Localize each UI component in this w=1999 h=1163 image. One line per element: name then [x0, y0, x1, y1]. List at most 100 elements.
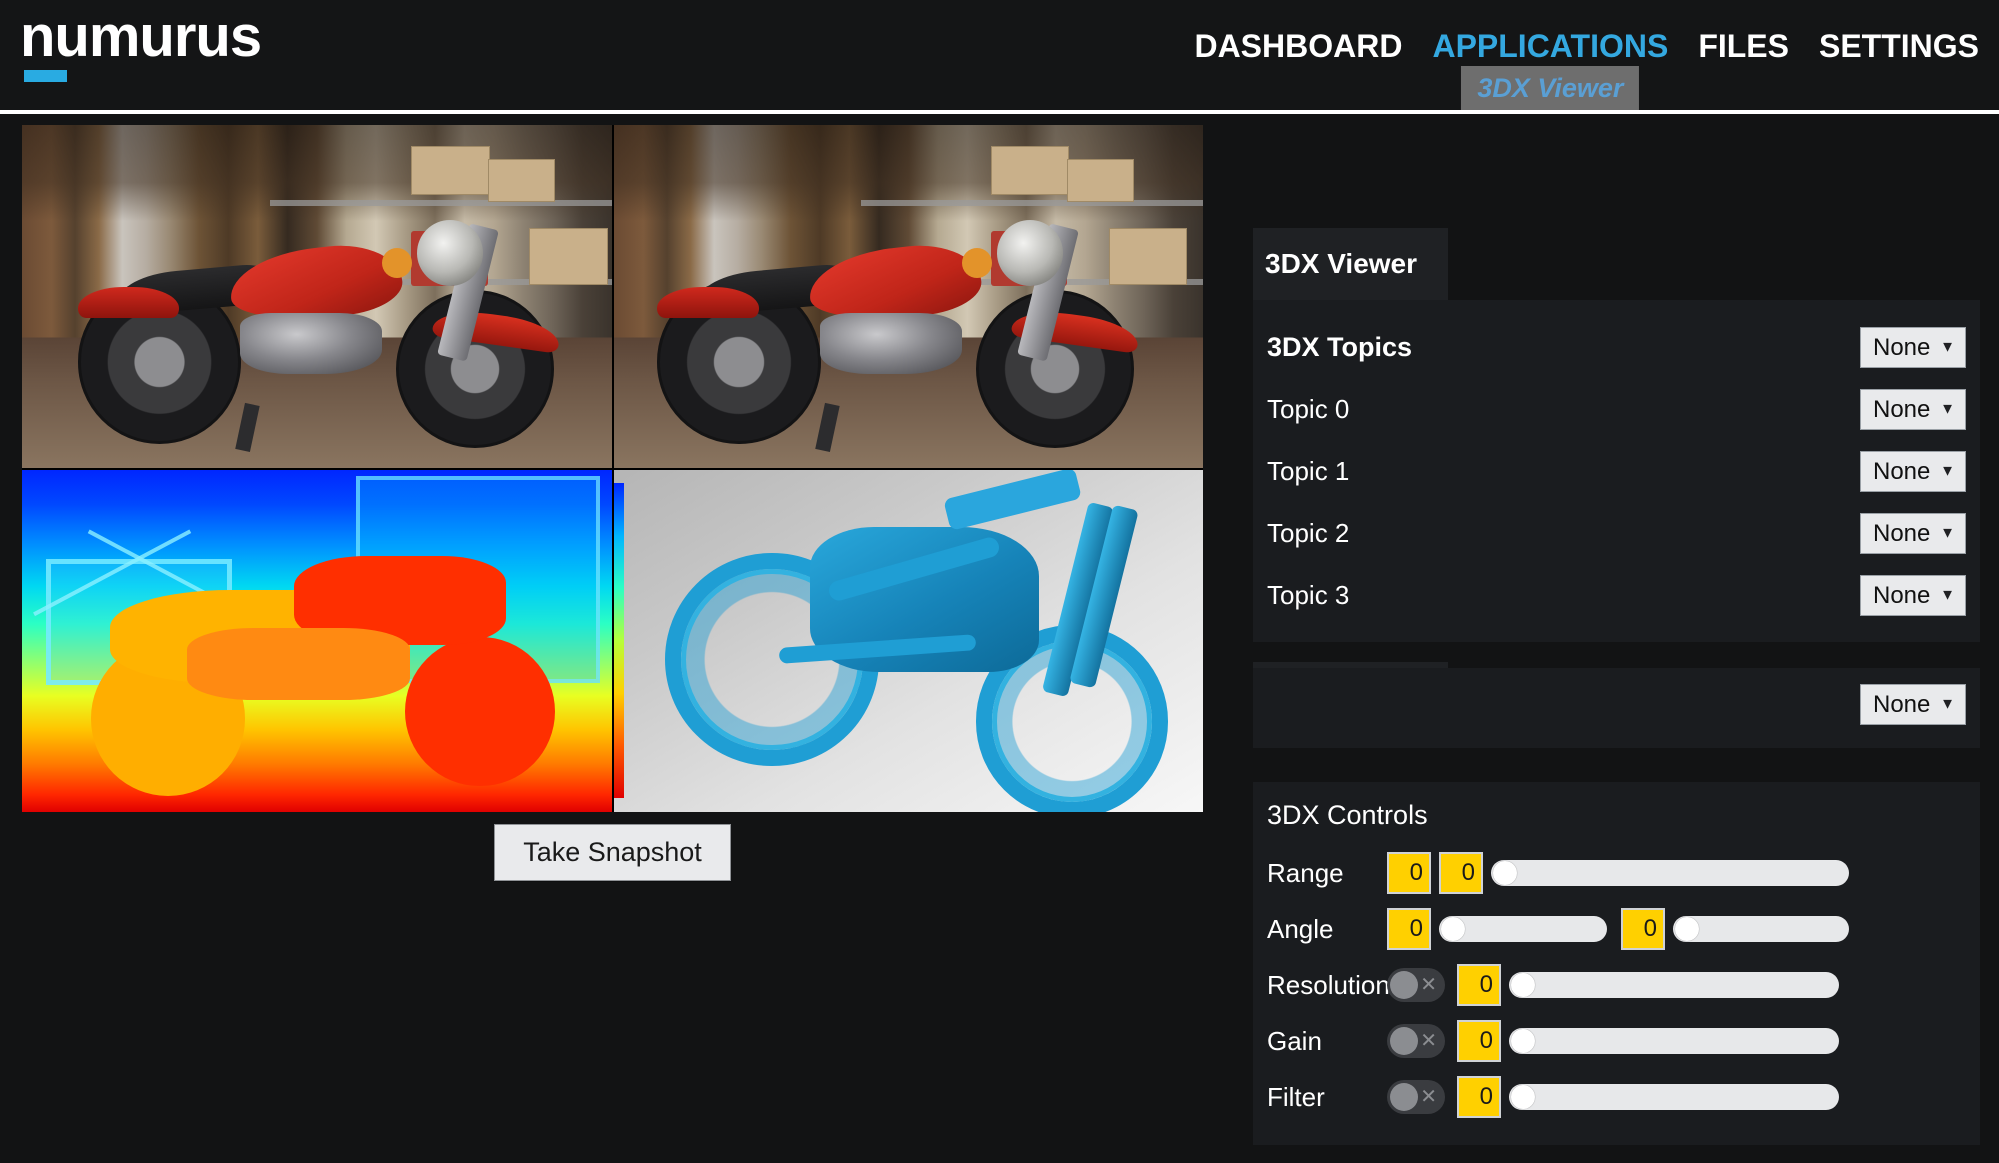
image-depth-map[interactable]	[22, 469, 612, 812]
angle-b-slider[interactable]	[1673, 916, 1849, 942]
topics-panel: 3DX Topics None ▼ Topic 0 None ▼ Topic 1…	[1253, 300, 1980, 642]
moto-kickstand	[814, 402, 840, 452]
control-label-filter: Filter	[1267, 1081, 1325, 1112]
resolution-input[interactable]: 0	[1457, 964, 1501, 1006]
filter-toggle[interactable]: ✕	[1387, 1080, 1445, 1114]
toggle-knob-icon	[1390, 971, 1418, 999]
gain-input[interactable]: 0	[1457, 1020, 1501, 1062]
pointcloud-motorcycle	[655, 469, 1174, 812]
brand-logo[interactable]: numurus	[20, 4, 262, 82]
panel-gap-1	[1253, 642, 1980, 662]
close-icon: ✕	[1420, 974, 1437, 996]
angle-a-input[interactable]: 0	[1387, 908, 1431, 950]
angle-a-slider-thumb[interactable]	[1441, 917, 1465, 941]
nav-item-dashboard[interactable]: DASHBOARD	[1194, 28, 1402, 65]
moto-rear-fender	[77, 287, 180, 318]
topic-3-select-wrap: None ▼	[1860, 574, 1966, 616]
control-label-resolution: Resolution	[1267, 969, 1390, 1000]
control-label-range: Range	[1267, 857, 1344, 888]
nav-item-files[interactable]: FILES	[1698, 28, 1789, 65]
main-nav: DASHBOARD APPLICATIONS 3DX Viewer FILES …	[1194, 28, 1979, 114]
resolution-slider-thumb[interactable]	[1511, 973, 1535, 997]
app-header: numurus DASHBOARD APPLICATIONS 3DX Viewe…	[0, 0, 1999, 114]
moto-blinker	[961, 247, 992, 279]
topic-1-select[interactable]: None	[1860, 450, 1966, 492]
topics-main-select[interactable]: None	[1860, 326, 1966, 368]
depth-motorcycle	[81, 552, 564, 796]
topic-row-1: Topic 1 None ▼	[1267, 440, 1966, 502]
nav-item-applications-wrap: APPLICATIONS 3DX Viewer	[1432, 28, 1668, 114]
topic-row-0: Topic 0 None ▼	[1267, 378, 1966, 440]
image-rgb-right[interactable]	[613, 125, 1203, 468]
nav-item-settings[interactable]: SETTINGS	[1819, 28, 1979, 65]
control-row-gain: Gain ✕ 0	[1267, 1013, 1966, 1069]
toggle-knob-icon	[1390, 1083, 1418, 1111]
topics-panel-title: 3DX Topics	[1267, 331, 1413, 362]
topic-1-label: Topic 1	[1267, 455, 1350, 486]
angle-a-slider[interactable]	[1439, 916, 1607, 942]
range-min-input[interactable]: 0	[1387, 852, 1431, 894]
nav-item-settings-wrap: SETTINGS	[1819, 28, 1979, 65]
range-max-input[interactable]: 0	[1439, 852, 1483, 894]
viewer-tab-title: 3DX Viewer	[1265, 248, 1418, 279]
nav-item-files-wrap: FILES	[1698, 28, 1789, 65]
gain-slider[interactable]	[1509, 1028, 1839, 1054]
pointcloud-colorbar	[613, 483, 624, 799]
moto-engine	[819, 313, 962, 374]
image-point-cloud[interactable]	[613, 469, 1203, 812]
panel-gap-2	[1253, 748, 1980, 782]
nav-item-applications[interactable]: APPLICATIONS	[1432, 28, 1668, 65]
control-row-range: Range 0 0	[1267, 845, 1966, 901]
classifier-select-wrap: None ▼	[1860, 683, 1966, 725]
pc-handlebar	[943, 469, 1082, 531]
resolution-toggle[interactable]: ✕	[1387, 968, 1445, 1002]
image-viewport[interactable]	[22, 125, 1203, 812]
topic-0-select-wrap: None ▼	[1860, 388, 1966, 430]
range-slider-thumb[interactable]	[1493, 861, 1517, 885]
photo-motorcycle-right	[637, 211, 1144, 452]
classifier-select[interactable]: None	[1860, 683, 1966, 725]
classifier-row: None ▼	[1267, 674, 1966, 734]
topic-1-select-wrap: None ▼	[1860, 450, 1966, 492]
angle-b-slider-thumb[interactable]	[1675, 917, 1699, 941]
take-snapshot-button[interactable]: Take Snapshot	[494, 824, 731, 881]
topic-row-3: Topic 3 None ▼	[1267, 564, 1966, 626]
topic-2-select-wrap: None ▼	[1860, 512, 1966, 554]
topic-row-2: Topic 2 None ▼	[1267, 502, 1966, 564]
control-row-angle: Angle 0 0	[1267, 901, 1966, 957]
photo-box-2	[1067, 159, 1135, 203]
gain-toggle[interactable]: ✕	[1387, 1024, 1445, 1058]
photo-box-1	[990, 145, 1070, 196]
brand-name: numurus	[20, 4, 262, 69]
topic-0-label: Topic 0	[1267, 393, 1350, 424]
image-rgb-left[interactable]	[22, 125, 612, 468]
brand-accent-bar	[24, 70, 67, 82]
range-slider[interactable]	[1491, 860, 1849, 886]
filter-slider-thumb[interactable]	[1511, 1085, 1535, 1109]
filter-input[interactable]: 0	[1457, 1076, 1501, 1118]
resolution-slider[interactable]	[1509, 972, 1839, 998]
photo-shelf-line-1	[861, 200, 1203, 207]
topic-2-label: Topic 2	[1267, 517, 1350, 548]
viewer-tab-header[interactable]: 3DX Viewer	[1253, 228, 1448, 300]
control-label-angle: Angle	[1267, 913, 1334, 944]
moto-engine	[239, 313, 382, 374]
nav-item-dashboard-wrap: DASHBOARD	[1194, 28, 1402, 65]
angle-b-input[interactable]: 0	[1621, 908, 1665, 950]
topic-2-select[interactable]: None	[1860, 512, 1966, 554]
control-row-filter: Filter ✕ 0	[1267, 1069, 1966, 1125]
topic-0-select[interactable]: None	[1860, 388, 1966, 430]
nav-dropdown-item-3dx-viewer[interactable]: 3DX Viewer	[1477, 73, 1623, 104]
close-icon: ✕	[1420, 1030, 1437, 1052]
filter-slider[interactable]	[1509, 1084, 1839, 1110]
moto-blinker	[381, 247, 413, 279]
topic-3-select[interactable]: None	[1860, 574, 1966, 616]
gain-slider-thumb[interactable]	[1511, 1029, 1535, 1053]
photo-shelf-line-1	[269, 200, 612, 207]
topics-title-row: 3DX Topics None ▼	[1267, 316, 1966, 378]
controls-panel-title: 3DX Controls	[1267, 800, 1428, 830]
topic-3-label: Topic 3	[1267, 579, 1350, 610]
controls-panel: 3DX Controls Range 0 0 Angle 0 0 Resolut…	[1253, 782, 1980, 1145]
topics-main-select-wrap: None ▼	[1860, 326, 1966, 368]
main-content: Take Snapshot 3DX Viewer 3DX Topics None…	[0, 114, 1999, 1163]
